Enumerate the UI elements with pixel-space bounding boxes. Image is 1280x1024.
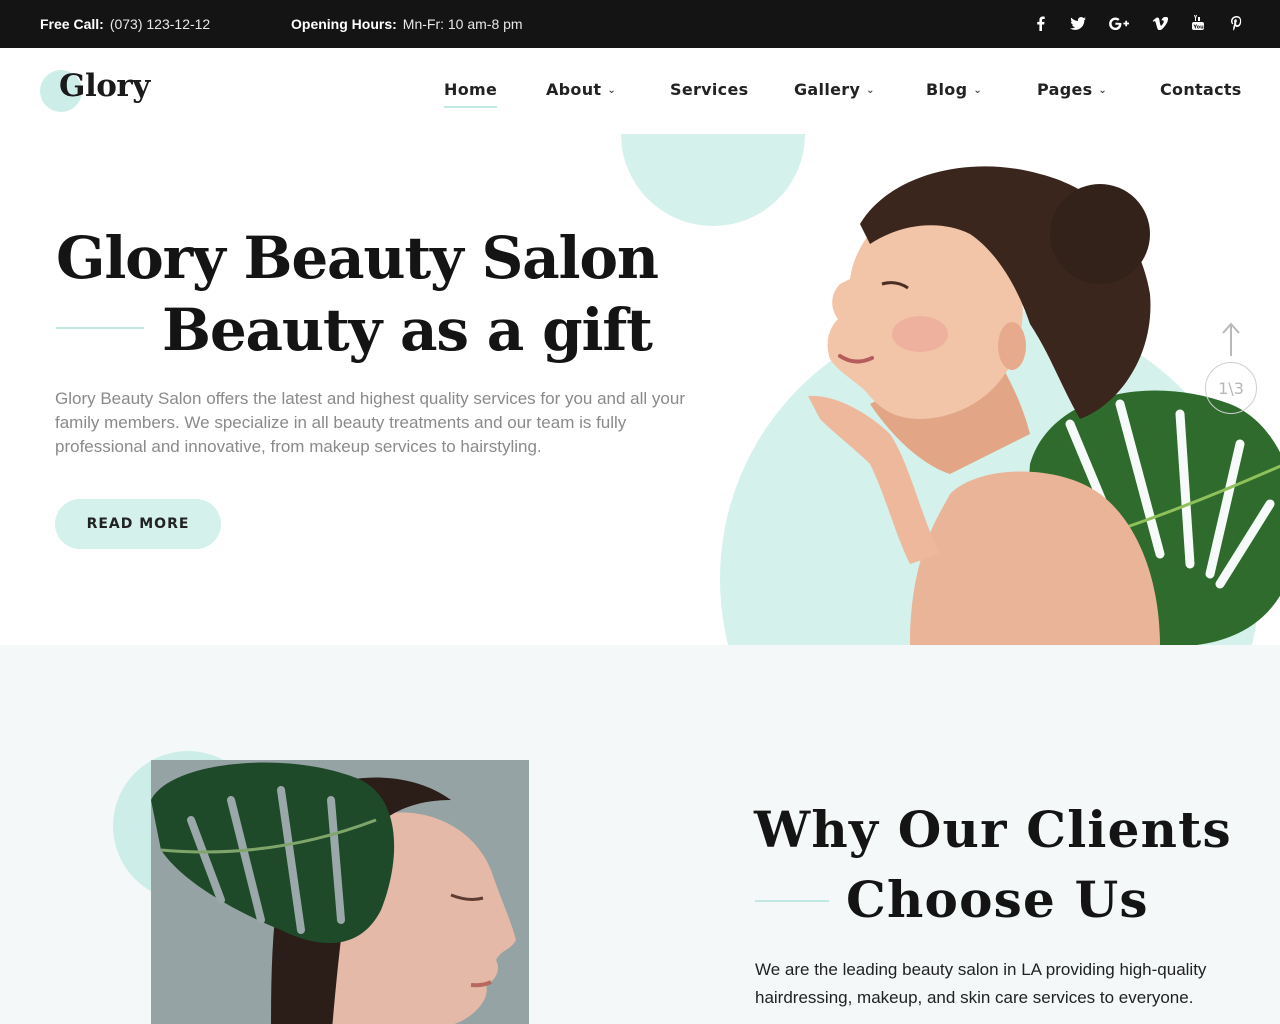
nav-item-gallery[interactable]: Gallery ⌄ xyxy=(794,80,875,99)
nav-item-pages[interactable]: Pages ⌄ xyxy=(1037,80,1107,99)
hero-section: Glory Beauty Salon Beauty as a gift Glor… xyxy=(0,134,1280,645)
phone-number[interactable]: (073) 123-12-12 xyxy=(110,16,210,32)
top-bar: Free Call: (073) 123-12-12 Opening Hours:… xyxy=(0,0,1280,48)
opening-hours-info: Opening Hours: Mn-Fr: 10 am-8 pm xyxy=(291,16,523,32)
title-divider xyxy=(755,900,829,902)
social-links: You xyxy=(1032,14,1244,32)
hero-description: Glory Beauty Salon offers the latest and… xyxy=(55,389,685,456)
nav-label: Pages xyxy=(1037,80,1093,99)
svg-text:You: You xyxy=(1193,25,1205,31)
main-nav: Home About ⌄ Services Gallery ⌄ Blog ⌄ Page… xyxy=(0,80,1280,108)
opening-hours-label: Opening Hours: xyxy=(291,16,397,32)
site-header: Glory Home About ⌄ Services Gallery ⌄ Blog… xyxy=(0,48,1280,134)
free-call-info: Free Call: (073) 123-12-12 xyxy=(40,16,210,32)
hero-title-line1: Glory Beauty Salon xyxy=(56,224,659,292)
hero-title-line2: Beauty as a gift xyxy=(162,296,653,364)
nav-item-about[interactable]: About ⌄ xyxy=(546,80,616,99)
why-description: We are the leading beauty salon in LA pr… xyxy=(755,960,1207,1007)
nav-label: Home xyxy=(444,80,498,99)
nav-label: Gallery xyxy=(794,80,861,99)
arrow-up-icon[interactable] xyxy=(1217,322,1245,356)
nav-label: Contacts xyxy=(1160,80,1242,99)
nav-item-contacts[interactable]: Contacts xyxy=(1160,80,1242,99)
slide-counter[interactable]: 1\3 xyxy=(1205,362,1257,414)
twitter-icon[interactable] xyxy=(1070,14,1086,32)
chevron-down-icon: ⌄ xyxy=(1098,85,1108,96)
why-title-line2: Choose Us xyxy=(846,870,1149,929)
chevron-down-icon: ⌄ xyxy=(607,85,617,96)
chevron-down-icon: ⌄ xyxy=(866,85,875,96)
vimeo-icon[interactable] xyxy=(1152,14,1168,32)
youtube-icon[interactable]: You xyxy=(1190,14,1206,32)
chevron-down-icon: ⌄ xyxy=(973,85,983,96)
why-title-line1: Why Our Clients xyxy=(754,800,1232,859)
read-more-button[interactable]: READ MORE xyxy=(55,499,221,549)
opening-hours-value: Mn-Fr: 10 am-8 pm xyxy=(402,16,523,32)
nav-item-home[interactable]: Home xyxy=(444,80,498,108)
nav-label: Blog xyxy=(926,80,968,99)
title-divider xyxy=(56,327,144,329)
nav-item-blog[interactable]: Blog ⌄ xyxy=(926,80,982,99)
nav-item-services[interactable]: Services xyxy=(670,80,748,99)
free-call-label: Free Call: xyxy=(40,16,104,32)
nav-label: About xyxy=(546,80,602,99)
facebook-icon[interactable] xyxy=(1032,14,1048,32)
pinterest-icon[interactable] xyxy=(1228,14,1244,32)
why-choose-us-section: Why Our Clients Choose Us We are the lea… xyxy=(0,645,1280,1024)
woman-with-leaf-image xyxy=(151,760,529,1024)
nav-label: Services xyxy=(670,80,749,99)
google-plus-icon[interactable] xyxy=(1108,14,1130,32)
decorative-circle xyxy=(621,134,805,226)
